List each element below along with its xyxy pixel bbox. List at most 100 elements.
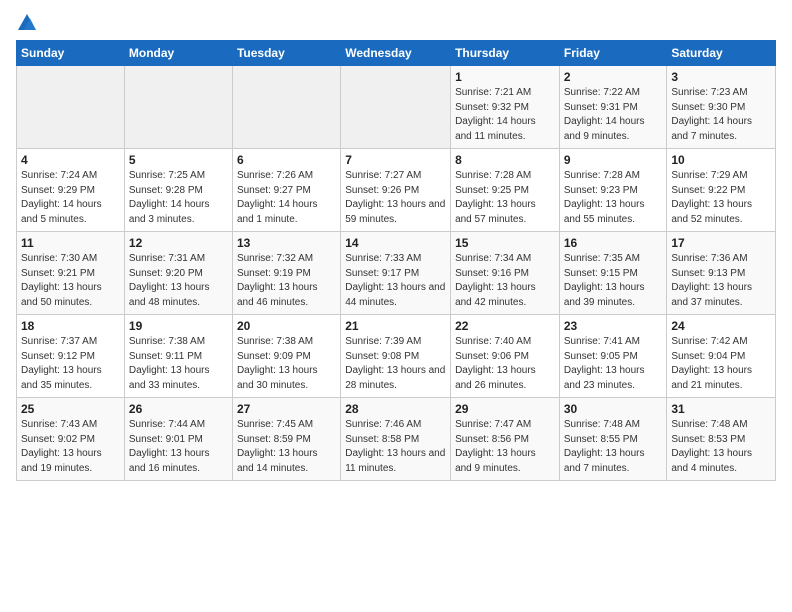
weekday-header-monday: Monday xyxy=(124,41,232,66)
calendar-cell xyxy=(124,66,232,149)
calendar-cell: 12Sunrise: 7:31 AM Sunset: 9:20 PM Dayli… xyxy=(124,232,232,315)
day-info: Sunrise: 7:43 AM Sunset: 9:02 PM Dayligh… xyxy=(21,418,120,476)
calendar-cell: 31Sunrise: 7:48 AM Sunset: 8:53 PM Dayli… xyxy=(667,398,776,481)
calendar-cell: 25 Sunrise: 7:43 AM Sunset: 9:02 PM Dayli… xyxy=(17,398,125,481)
day-number: 3 xyxy=(671,70,771,84)
day-number: 6 xyxy=(237,153,336,167)
calendar-table: SundayMondayTuesdayWednesdayThursdayFrid… xyxy=(16,40,776,481)
day-number: 22 xyxy=(455,319,555,333)
weekday-header-row: SundayMondayTuesdayWednesdayThursdayFrid… xyxy=(17,41,776,66)
day-number: 5 xyxy=(129,153,228,167)
day-info: Sunrise: 7:37 AM Sunset: 9:12 PM Dayligh… xyxy=(21,335,120,393)
day-number: 2 xyxy=(564,70,663,84)
day-number: 7 xyxy=(345,153,446,167)
day-number: 28 xyxy=(345,402,446,416)
calendar-cell: 2 Sunrise: 7:22 AM Sunset: 9:31 PM Daylig… xyxy=(559,66,667,149)
day-number: 17 xyxy=(671,236,771,250)
day-number: 1 xyxy=(455,70,555,84)
header xyxy=(16,12,776,34)
day-info: Sunrise: 7:26 AM Sunset: 9:27 PM Dayligh… xyxy=(237,169,336,227)
day-info: Sunrise: 7:48 AM Sunset: 8:53 PM Dayligh… xyxy=(671,418,771,476)
day-number: 25 xyxy=(21,402,120,416)
calendar-cell: 23 Sunrise: 7:41 AM Sunset: 9:05 PM Dayli… xyxy=(559,315,667,398)
weekday-header-saturday: Saturday xyxy=(667,41,776,66)
page-container: SundayMondayTuesdayWednesdayThursdayFrid… xyxy=(0,0,792,489)
weekday-header-wednesday: Wednesday xyxy=(341,41,451,66)
day-number: 18 xyxy=(21,319,120,333)
calendar-cell xyxy=(341,66,451,149)
calendar-cell: 21 Sunrise: 7:39 AM Sunset: 9:08 PM Dayli… xyxy=(341,315,451,398)
calendar-cell: 13 Sunrise: 7:32 AM Sunset: 9:19 PM Dayli… xyxy=(232,232,340,315)
day-info: Sunrise: 7:25 AM Sunset: 9:28 PM Dayligh… xyxy=(129,169,228,227)
day-number: 8 xyxy=(455,153,555,167)
calendar-cell: 26 Sunrise: 7:44 AM Sunset: 9:01 PM Dayli… xyxy=(124,398,232,481)
calendar-cell: 17Sunrise: 7:36 AM Sunset: 9:13 PM Dayli… xyxy=(667,232,776,315)
calendar-cell: 6 Sunrise: 7:26 AM Sunset: 9:27 PM Daylig… xyxy=(232,149,340,232)
calendar-cell: 29 Sunrise: 7:47 AM Sunset: 8:56 PM Dayli… xyxy=(451,398,560,481)
day-info: Sunrise: 7:46 AM Sunset: 8:58 PM Dayligh… xyxy=(345,418,446,476)
calendar-cell: 19 Sunrise: 7:38 AM Sunset: 9:11 PM Dayli… xyxy=(124,315,232,398)
day-info: Sunrise: 7:40 AM Sunset: 9:06 PM Dayligh… xyxy=(455,335,555,393)
day-info: Sunrise: 7:38 AM Sunset: 9:11 PM Dayligh… xyxy=(129,335,228,393)
calendar-cell xyxy=(232,66,340,149)
calendar-cell: 14 Sunrise: 7:33 AM Sunset: 9:17 PM Dayli… xyxy=(341,232,451,315)
week-row-4: 25 Sunrise: 7:43 AM Sunset: 9:02 PM Dayli… xyxy=(17,398,776,481)
calendar-cell: 18 Sunrise: 7:37 AM Sunset: 9:12 PM Dayli… xyxy=(17,315,125,398)
week-row-3: 18 Sunrise: 7:37 AM Sunset: 9:12 PM Dayli… xyxy=(17,315,776,398)
weekday-header-thursday: Thursday xyxy=(451,41,560,66)
day-number: 24 xyxy=(671,319,771,333)
day-info: Sunrise: 7:24 AM Sunset: 9:29 PM Dayligh… xyxy=(21,169,120,227)
day-number: 4 xyxy=(21,153,120,167)
day-number: 29 xyxy=(455,402,555,416)
day-number: 13 xyxy=(237,236,336,250)
day-info: Sunrise: 7:21 AM Sunset: 9:32 PM Dayligh… xyxy=(455,86,555,144)
day-info: Sunrise: 7:32 AM Sunset: 9:19 PM Dayligh… xyxy=(237,252,336,310)
calendar-cell: 24Sunrise: 7:42 AM Sunset: 9:04 PM Dayli… xyxy=(667,315,776,398)
day-number: 11 xyxy=(21,236,120,250)
week-row-1: 4 Sunrise: 7:24 AM Sunset: 9:29 PM Daylig… xyxy=(17,149,776,232)
calendar-cell: 3 Sunrise: 7:23 AM Sunset: 9:30 PM Daylig… xyxy=(667,66,776,149)
day-info: Sunrise: 7:39 AM Sunset: 9:08 PM Dayligh… xyxy=(345,335,446,393)
day-info: Sunrise: 7:41 AM Sunset: 9:05 PM Dayligh… xyxy=(564,335,663,393)
calendar-cell: 22 Sunrise: 7:40 AM Sunset: 9:06 PM Dayli… xyxy=(451,315,560,398)
calendar-cell: 27Sunrise: 7:45 AM Sunset: 8:59 PM Dayli… xyxy=(232,398,340,481)
day-number: 14 xyxy=(345,236,446,250)
day-info: Sunrise: 7:47 AM Sunset: 8:56 PM Dayligh… xyxy=(455,418,555,476)
week-row-2: 11 Sunrise: 7:30 AM Sunset: 9:21 PM Dayli… xyxy=(17,232,776,315)
day-info: Sunrise: 7:27 AM Sunset: 9:26 PM Dayligh… xyxy=(345,169,446,227)
day-number: 20 xyxy=(237,319,336,333)
calendar-cell: 10 Sunrise: 7:29 AM Sunset: 9:22 PM Dayli… xyxy=(667,149,776,232)
day-info: Sunrise: 7:30 AM Sunset: 9:21 PM Dayligh… xyxy=(21,252,120,310)
calendar-cell: 7 Sunrise: 7:27 AM Sunset: 9:26 PM Daylig… xyxy=(341,149,451,232)
day-info: Sunrise: 7:31 AM Sunset: 9:20 PM Dayligh… xyxy=(129,252,228,310)
calendar-cell: 16Sunrise: 7:35 AM Sunset: 9:15 PM Dayli… xyxy=(559,232,667,315)
calendar-cell xyxy=(17,66,125,149)
weekday-header-tuesday: Tuesday xyxy=(232,41,340,66)
calendar-cell: 20 Sunrise: 7:38 AM Sunset: 9:09 PM Dayli… xyxy=(232,315,340,398)
calendar-cell: 9 Sunrise: 7:28 AM Sunset: 9:23 PM Daylig… xyxy=(559,149,667,232)
logo-icon xyxy=(16,12,38,34)
day-number: 9 xyxy=(564,153,663,167)
day-info: Sunrise: 7:28 AM Sunset: 9:25 PM Dayligh… xyxy=(455,169,555,227)
calendar-cell: 11 Sunrise: 7:30 AM Sunset: 9:21 PM Dayli… xyxy=(17,232,125,315)
day-info: Sunrise: 7:44 AM Sunset: 9:01 PM Dayligh… xyxy=(129,418,228,476)
day-number: 10 xyxy=(671,153,771,167)
day-info: Sunrise: 7:48 AM Sunset: 8:55 PM Dayligh… xyxy=(564,418,663,476)
day-info: Sunrise: 7:33 AM Sunset: 9:17 PM Dayligh… xyxy=(345,252,446,310)
day-number: 26 xyxy=(129,402,228,416)
calendar-cell: 4 Sunrise: 7:24 AM Sunset: 9:29 PM Daylig… xyxy=(17,149,125,232)
day-info: Sunrise: 7:29 AM Sunset: 9:22 PM Dayligh… xyxy=(671,169,771,227)
week-row-0: 1 Sunrise: 7:21 AM Sunset: 9:32 PM Daylig… xyxy=(17,66,776,149)
day-number: 23 xyxy=(564,319,663,333)
logo xyxy=(16,12,42,34)
day-number: 21 xyxy=(345,319,446,333)
day-info: Sunrise: 7:22 AM Sunset: 9:31 PM Dayligh… xyxy=(564,86,663,144)
day-info: Sunrise: 7:38 AM Sunset: 9:09 PM Dayligh… xyxy=(237,335,336,393)
day-info: Sunrise: 7:28 AM Sunset: 9:23 PM Dayligh… xyxy=(564,169,663,227)
day-number: 15 xyxy=(455,236,555,250)
day-number: 27 xyxy=(237,402,336,416)
weekday-header-sunday: Sunday xyxy=(17,41,125,66)
day-number: 19 xyxy=(129,319,228,333)
calendar-cell: 30Sunrise: 7:48 AM Sunset: 8:55 PM Dayli… xyxy=(559,398,667,481)
day-info: Sunrise: 7:23 AM Sunset: 9:30 PM Dayligh… xyxy=(671,86,771,144)
